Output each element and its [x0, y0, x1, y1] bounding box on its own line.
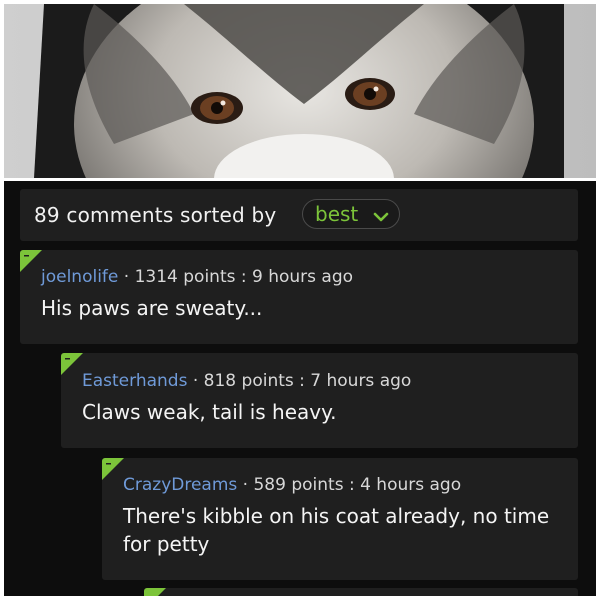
left-eye [191, 92, 243, 124]
comments-screen: 89 comments sorted by best joelnolife · … [4, 181, 596, 596]
meta-separator: · [237, 475, 254, 495]
comment-author-link[interactable]: joelnolife [41, 267, 118, 287]
comment-author-link[interactable]: CrazyDreams [123, 475, 237, 495]
husky-photo-illustration [4, 4, 596, 178]
comment-card[interactable]: Easterhands · 818 points : 7 hours ago C… [61, 353, 578, 448]
comment-body: There's kibble on his coat already, no t… [123, 504, 550, 556]
comment-score-time: 1314 points : 9 hours ago [134, 267, 354, 287]
husky-photo [4, 4, 596, 178]
comment-count-label: 89 comments sorted by [34, 203, 277, 227]
right-eye [345, 78, 395, 110]
sort-dropdown[interactable]: best [302, 199, 400, 229]
comment-card-partial[interactable] [144, 588, 578, 596]
comment-body: His paws are sweaty... [41, 296, 263, 320]
comment-meta: CrazyDreams · 589 points : 4 hours ago [123, 475, 461, 495]
comment-card[interactable]: CrazyDreams · 589 points : 4 hours ago T… [102, 458, 578, 580]
meta-separator: · [118, 267, 135, 287]
comment-meta: Easterhands · 818 points : 7 hours ago [82, 371, 411, 391]
comment-meta: joelnolife · 1314 points : 9 hours ago [41, 267, 353, 287]
comment-score-time: 589 points : 4 hours ago [253, 475, 462, 495]
meta-separator: · [187, 371, 204, 391]
comment-body: Claws weak, tail is heavy. [82, 400, 337, 424]
sort-dropdown-value: best [315, 202, 359, 226]
chevron-down-icon [373, 208, 389, 222]
comment-author-link[interactable]: Easterhands [82, 371, 187, 391]
comment-card[interactable]: joelnolife · 1314 points : 9 hours ago H… [20, 250, 578, 344]
comment-score-time: 818 points : 7 hours ago [203, 371, 412, 391]
comments-sort-bar: 89 comments sorted by best [20, 189, 578, 241]
